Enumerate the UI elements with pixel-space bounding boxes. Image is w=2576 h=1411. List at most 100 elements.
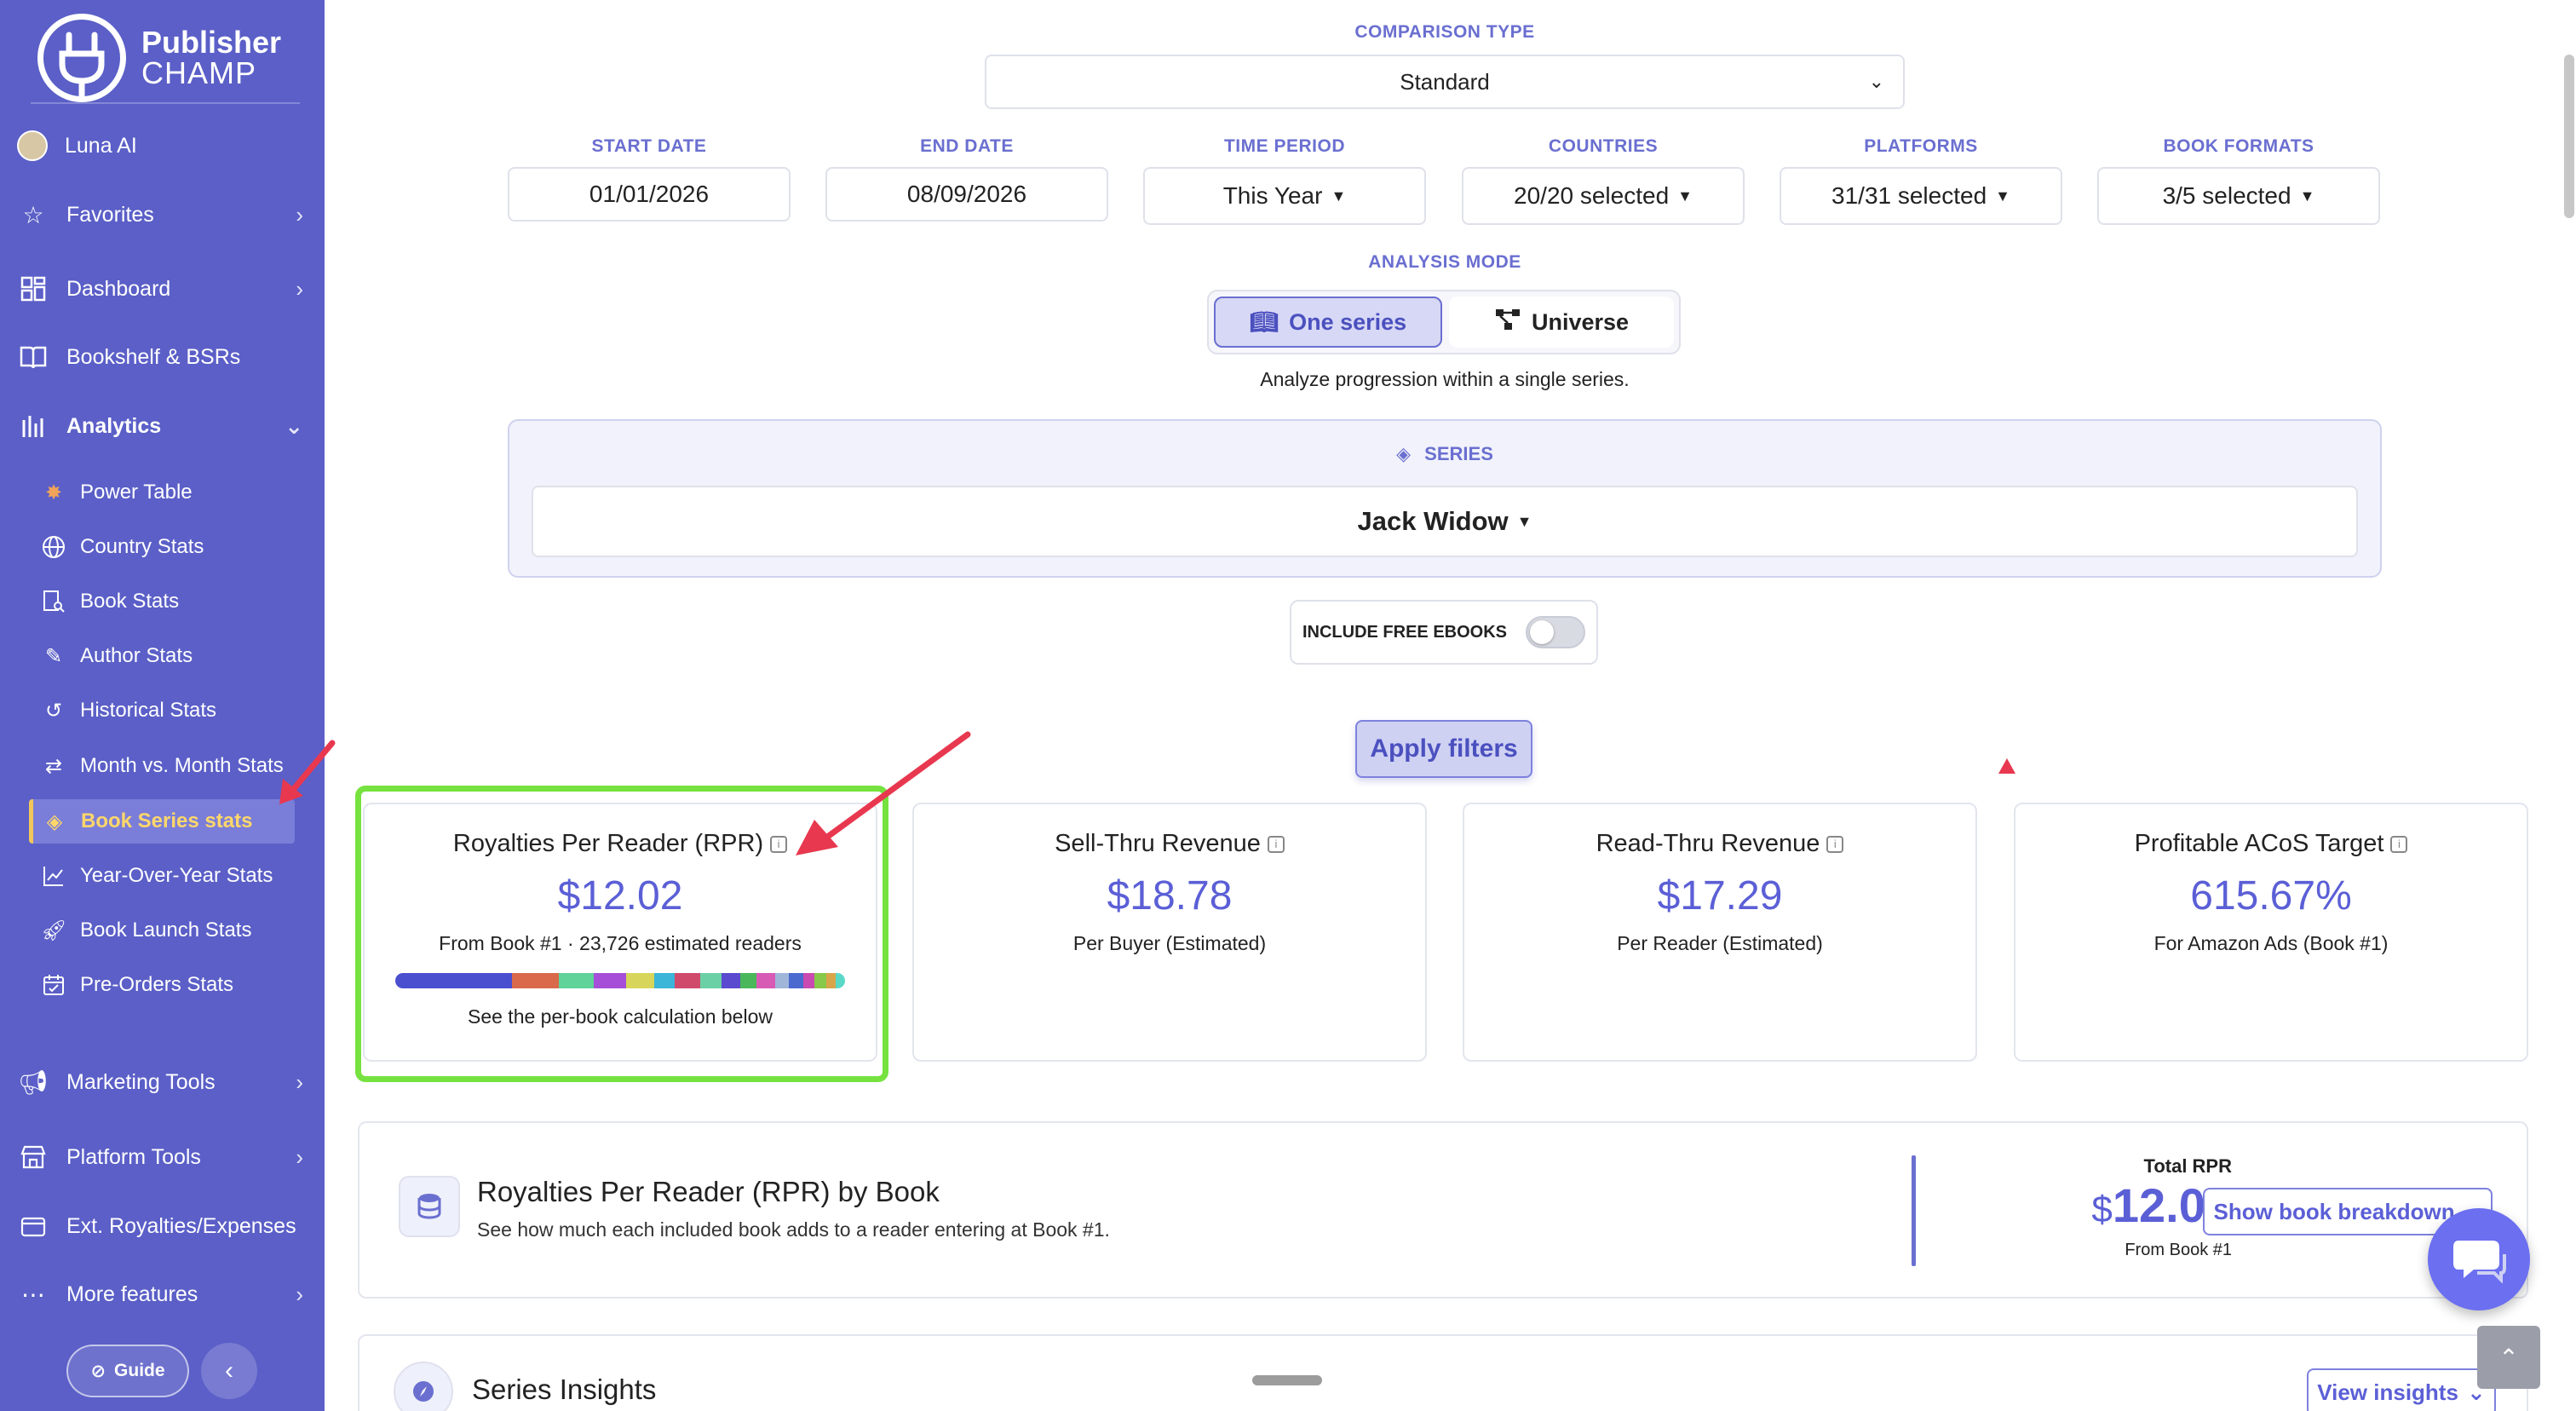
guide-button[interactable]: ⊘ Guide xyxy=(66,1345,189,1397)
caret-down-icon: ▼ xyxy=(2299,187,2315,204)
caret-down-icon: ▼ xyxy=(1516,512,1532,530)
sidebar-item-year-over-year[interactable]: Year-Over-Year Stats xyxy=(39,854,303,898)
power-table-icon: ✸ xyxy=(44,481,63,504)
book-search-icon xyxy=(39,587,68,616)
avatar xyxy=(17,130,48,161)
sidebar-item-historical-stats[interactable]: ↺ Historical Stats xyxy=(39,688,303,733)
total-rpr-value: $12.02 xyxy=(2091,1178,2232,1232)
platforms-label: PLATFORMS xyxy=(1864,136,1978,156)
info-icon[interactable]: i xyxy=(1826,836,1844,854)
coins-icon xyxy=(399,1176,460,1237)
mode-one-series-button[interactable]: 📖︎ One series xyxy=(1214,297,1442,348)
sidebar-item-country-stats[interactable]: Country Stats xyxy=(39,525,303,569)
rocket-icon: 🚀︎ xyxy=(40,919,67,942)
network-icon xyxy=(1494,308,1521,337)
card-title: Profitable ACoS Target xyxy=(2134,830,2384,857)
caret-down-icon: ▼ xyxy=(1995,187,2010,204)
layers-icon: ◈ xyxy=(1396,443,1412,464)
compass-icon: ⊘ xyxy=(90,1361,106,1381)
book-icon: 📖︎ xyxy=(1249,309,1279,335)
info-icon[interactable]: i xyxy=(2390,836,2408,854)
platforms-dropdown[interactable]: 31/31 selected ▼ xyxy=(1780,167,2062,225)
total-rpr-subtitle: From Book #1 xyxy=(2125,1241,2232,1259)
sidebar-item-favorites[interactable]: ☆ Favorites › xyxy=(17,191,312,239)
card-value: $17.29 xyxy=(1657,873,1783,919)
sell-thru-card: Sell-Thru Revenue i $18.78 Per Buyer (Est… xyxy=(912,803,1427,1062)
acos-target-card: Profitable ACoS Target i 615.67% For Amaz… xyxy=(2014,803,2528,1062)
sidebar-item-marketing-tools[interactable]: 📢︎ Marketing Tools › xyxy=(17,1058,312,1106)
brand-name: Publisher xyxy=(141,25,282,60)
analysis-mode-description: Analyze progression within a single seri… xyxy=(1260,368,1630,390)
view-insights-button[interactable]: View insights ⌄ xyxy=(2307,1368,2496,1411)
chevron-left-icon: ‹ xyxy=(225,1356,233,1385)
layers-icon: ◈ xyxy=(46,809,63,833)
sidebar-item-pre-orders[interactable]: Pre-Orders Stats xyxy=(39,963,303,1007)
sidebar-item-label: Month vs. Month Stats xyxy=(80,754,284,777)
sidebar-item-label: More features xyxy=(66,1281,198,1306)
series-label: SERIES xyxy=(1424,443,1493,464)
chat-bubble-icon xyxy=(2453,1241,2506,1283)
sidebar-item-label: Historical Stats xyxy=(80,699,217,722)
sidebar-item-author-stats[interactable]: ✎ Author Stats xyxy=(39,634,303,678)
caret-down-icon: ▼ xyxy=(1331,187,1347,204)
time-period-label: TIME PERIOD xyxy=(1223,136,1345,156)
sidebar-item-analytics[interactable]: Analytics ⌄ xyxy=(17,402,312,450)
megaphone-icon: 📢︎ xyxy=(18,1068,49,1096)
series-insights-title: Series Insights xyxy=(472,1374,657,1405)
scroll-to-top-button[interactable]: ⌃ xyxy=(2477,1326,2540,1389)
wallet-icon xyxy=(17,1210,49,1242)
mode-universe-button[interactable]: Universe xyxy=(1449,297,1674,348)
sidebar-item-more-features[interactable]: ⋯ More features › xyxy=(17,1270,312,1318)
info-icon[interactable]: i xyxy=(1267,836,1285,854)
countries-dropdown[interactable]: 20/20 selected ▼ xyxy=(1462,167,1745,225)
sidebar: Publisher CHAMP Luna AI ☆ Favorites › Da… xyxy=(0,0,325,1411)
sidebar-item-book-series-stats[interactable]: ◈ Book Series stats xyxy=(29,799,295,844)
series-dropdown[interactable]: Jack Widow ▼ xyxy=(532,486,2358,557)
apply-filters-button[interactable]: Apply filters xyxy=(1355,720,1532,778)
sidebar-item-bookshelf[interactable]: Bookshelf & BSRs xyxy=(17,333,312,381)
more-dots-icon: ⋯ xyxy=(21,1281,45,1308)
toggle-knob xyxy=(1530,620,1555,644)
sidebar-item-label: Bookshelf & BSRs xyxy=(66,344,241,369)
page-scrollbar[interactable] xyxy=(2564,55,2574,218)
vertical-divider xyxy=(1912,1155,1916,1266)
countries-label: COUNTRIES xyxy=(1548,136,1659,156)
start-date-input[interactable]: 01/01/2026 xyxy=(508,167,791,222)
sidebar-item-label: Platform Tools xyxy=(66,1144,201,1169)
chevron-down-icon: ⌄ xyxy=(285,412,303,439)
user-name: Luna AI xyxy=(65,133,137,158)
sidebar-item-label: Analytics xyxy=(66,413,162,438)
sidebar-item-book-stats[interactable]: Book Stats xyxy=(39,579,303,624)
chevron-right-icon: › xyxy=(296,1281,303,1307)
sidebar-item-label: Year-Over-Year Stats xyxy=(80,864,273,887)
sidebar-item-ext-royalties[interactable]: Ext. Royalties/Expenses xyxy=(17,1202,312,1250)
end-date-input[interactable]: 08/09/2026 xyxy=(825,167,1108,222)
comparison-type-select[interactable]: Standard ⌄ xyxy=(985,55,1905,109)
caret-down-icon: ▼ xyxy=(1677,187,1693,204)
analysis-mode-label: ANALYSIS MODE xyxy=(1368,252,1521,272)
sidebar-item-power-table[interactable]: ✸ Power Table xyxy=(39,470,303,515)
read-thru-card: Read-Thru Revenue i $17.29 Per Reader (Es… xyxy=(1463,803,1977,1062)
chat-widget-button[interactable] xyxy=(2428,1208,2530,1310)
chevron-right-icon: › xyxy=(296,275,303,302)
include-free-ebooks-toggle[interactable] xyxy=(1526,616,1586,648)
sidebar-item-dashboard[interactable]: Dashboard › xyxy=(17,265,312,313)
user-profile[interactable]: Luna AI xyxy=(17,122,312,170)
drag-handle[interactable] xyxy=(1252,1375,1322,1385)
collapse-sidebar-button[interactable]: ‹ xyxy=(201,1343,257,1399)
sidebar-item-book-launch[interactable]: 🚀︎ Book Launch Stats xyxy=(39,908,303,953)
chevron-right-icon: › xyxy=(296,201,303,227)
total-rpr-label: Total RPR xyxy=(2143,1155,2232,1177)
book-open-icon xyxy=(17,341,49,373)
dashboard-icon xyxy=(17,273,49,305)
book-formats-dropdown[interactable]: 3/5 selected ▼ xyxy=(2097,167,2380,225)
series-insights-panel: Series Insights View insights ⌄ xyxy=(358,1334,2528,1411)
sidebar-item-month-vs-month[interactable]: ⇄ Month vs. Month Stats xyxy=(39,744,303,788)
plug-logo-icon xyxy=(37,14,126,102)
sidebar-item-label: Marketing Tools xyxy=(66,1069,216,1094)
sidebar-item-label: Book Launch Stats xyxy=(80,919,252,942)
trend-chart-icon xyxy=(39,861,68,890)
publisher-champ-logo[interactable]: Publisher CHAMP xyxy=(37,14,281,102)
time-period-dropdown[interactable]: This Year ▼ xyxy=(1143,167,1426,225)
sidebar-item-platform-tools[interactable]: Platform Tools › xyxy=(17,1133,312,1181)
